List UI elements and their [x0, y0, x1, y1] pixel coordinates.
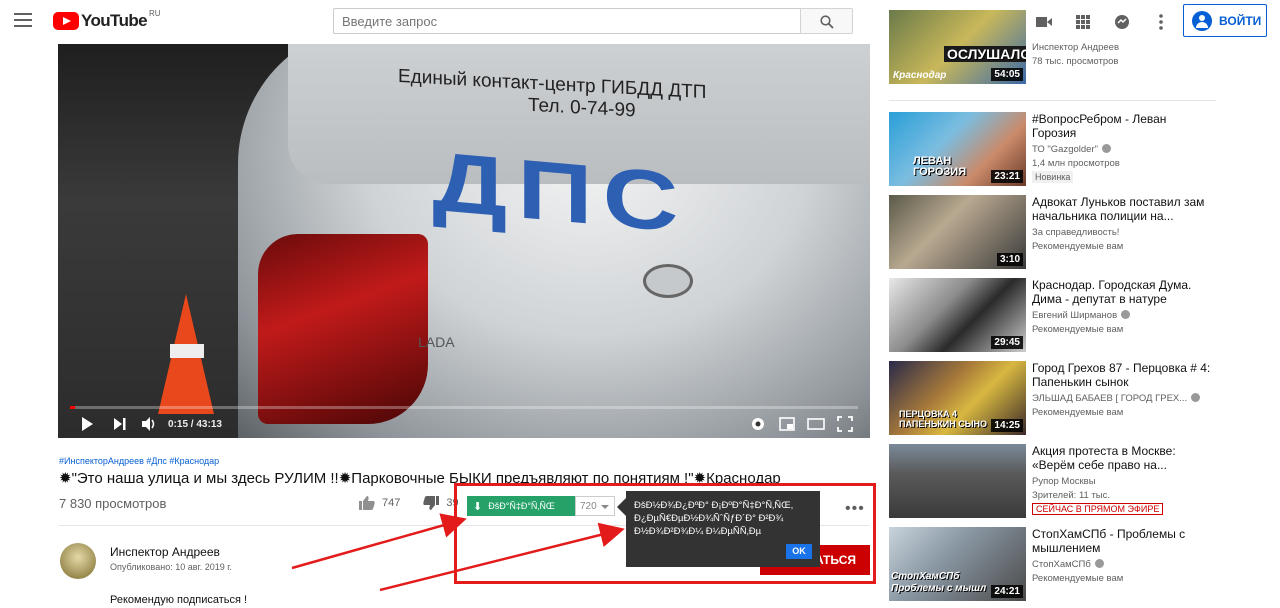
channel-name: СтопХамСПб — [1032, 559, 1104, 570]
video-meta: Зрителей: 11 тыс. — [1032, 490, 1111, 501]
video-duration: 23:21 — [991, 170, 1023, 183]
recommended-video[interactable]: 29:45 Краснодар. Городская Дума. Дима - … — [889, 278, 1219, 354]
channel-name: Инспектор Андреев — [1032, 42, 1119, 53]
video-duration: 14:25 — [991, 419, 1023, 432]
video-thumbnail[interactable]: СтопХамСПб Проблемы с мышл 24:21 — [889, 527, 1026, 601]
live-badge: СЕЙЧАС В ПРЯМОМ ЭФИРЕ — [1032, 503, 1164, 515]
video-thumbnail[interactable]: 3:10 — [889, 195, 1026, 269]
annotation-arrow — [291, 513, 467, 570]
channel-name: ЭЛЬШАД БАБАЕВ [ ГОРОД ГРЕХ... — [1032, 393, 1201, 404]
verified-icon — [1094, 559, 1104, 568]
video-thumbnail[interactable]: ОСЛУШАЛСЯ Краснодар 54:05 — [889, 10, 1026, 84]
annotation-arrow — [379, 522, 625, 592]
video-meta: Рекомендуемые вам — [1032, 324, 1124, 335]
video-title[interactable]: Акция протеста в Москве: «Верём себе пра… — [1032, 444, 1212, 472]
video-duration: 54:05 — [991, 68, 1023, 81]
video-duration: 3:10 — [996, 253, 1023, 266]
recommended-video[interactable]: СтопХамСПб Проблемы с мышл 24:21 СтопХам… — [889, 527, 1219, 603]
video-meta: Рекомендуемые вам — [1032, 573, 1124, 584]
channel-name: За справедливость! — [1032, 227, 1120, 238]
recommended-video[interactable]: ПЕРЦОВКА 4 ПАПЕНЬКИН СЫНО 14:25 Город Гр… — [889, 361, 1219, 437]
video-thumbnail[interactable] — [889, 444, 1026, 518]
channel-name: Евгений Ширманов — [1032, 310, 1131, 321]
channel-name: Рупор Москвы — [1032, 476, 1096, 487]
video-thumbnail[interactable]: ПЕРЦОВКА 4 ПАПЕНЬКИН СЫНО 14:25 — [889, 361, 1026, 435]
channel-name: ТО "Gazgolder" — [1032, 144, 1111, 155]
new-badge: Новинка — [1032, 171, 1074, 183]
video-meta: 1,4 млн просмотров — [1032, 158, 1120, 169]
video-meta: 78 тыс. просмотров — [1032, 56, 1119, 67]
recommended-video[interactable]: Акция протеста в Москве: «Верём себе пра… — [889, 444, 1219, 520]
video-duration: 24:21 — [991, 585, 1023, 598]
verified-icon — [1191, 393, 1201, 402]
video-title[interactable]: Адвокат Луньков поставил зам начальника … — [1032, 195, 1212, 223]
verified-icon — [1101, 144, 1111, 153]
video-duration: 29:45 — [991, 336, 1023, 349]
recommended-video[interactable]: ОСЛУШАЛСЯ Краснодар 54:05 Инспектор Андр… — [889, 10, 1219, 86]
video-thumbnail[interactable]: ЛЕВАН ГОРОЗИЯ 23:21 — [889, 112, 1026, 186]
video-meta: Рекомендуемые вам — [1032, 407, 1124, 418]
video-title[interactable]: Город Грехов 87 - Перцовка # 4: Папеньки… — [1032, 361, 1212, 389]
video-meta: Рекомендуемые вам — [1032, 241, 1124, 252]
video-title[interactable]: #ВопросРебром - Леван Горозия — [1032, 112, 1212, 140]
video-thumbnail[interactable]: 29:45 — [889, 278, 1026, 352]
video-title[interactable]: СтопХамСПб - Проблемы с мышлением — [1032, 527, 1212, 555]
recommended-video[interactable]: 3:10 Адвокат Луньков поставил зам началь… — [889, 195, 1219, 271]
video-title[interactable]: Краснодар. Городская Дума. Дима - депута… — [1032, 278, 1212, 306]
recommended-video[interactable]: ЛЕВАН ГОРОЗИЯ 23:21 #ВопросРебром - Лева… — [889, 112, 1219, 188]
verified-icon — [1121, 310, 1131, 319]
divider — [889, 100, 1216, 101]
